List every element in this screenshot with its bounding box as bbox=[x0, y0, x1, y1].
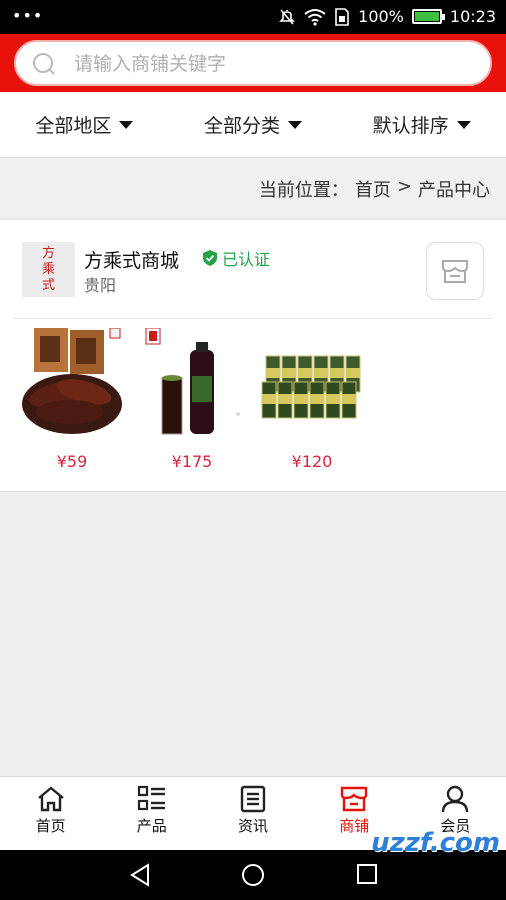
sim-icon bbox=[335, 7, 349, 26]
tab-home-label: 首页 bbox=[35, 817, 66, 835]
battery-icon bbox=[411, 9, 445, 24]
home-icon bbox=[37, 786, 64, 812]
breadcrumb-prefix: 当前位置： bbox=[258, 180, 349, 201]
news-icon bbox=[240, 785, 266, 813]
clock: 10:23 bbox=[449, 7, 496, 26]
search-box[interactable] bbox=[14, 40, 492, 86]
product-price: ¥59 bbox=[56, 452, 88, 471]
tab-store-label: 商铺 bbox=[339, 817, 370, 835]
store-icon bbox=[341, 786, 368, 812]
search-input[interactable] bbox=[74, 50, 474, 78]
shop-city: 贵阳 bbox=[84, 276, 117, 295]
watermark-logo: uzzf.com bbox=[371, 828, 500, 858]
user-icon bbox=[442, 785, 469, 813]
shop-card[interactable]: 方乘式 方乘式商城 已认证 贵阳 ¥59 ¥175 ¥120 bbox=[0, 220, 506, 492]
product-price: ¥175 bbox=[171, 452, 213, 471]
filter-sort[interactable]: 默认排序 bbox=[337, 92, 506, 157]
breadcrumb-bar: 当前位置： 首页 > 产品中心 bbox=[0, 158, 506, 220]
shop-logo[interactable]: 方乘式 bbox=[22, 242, 75, 297]
store-icon bbox=[442, 260, 468, 283]
product-item[interactable]: ¥175 bbox=[140, 327, 244, 471]
search-icon bbox=[33, 53, 55, 75]
tab-home[interactable]: 首页 bbox=[0, 777, 101, 850]
recents-icon[interactable] bbox=[356, 863, 378, 885]
back-icon[interactable] bbox=[128, 863, 152, 887]
dropdown-arrow-icon bbox=[456, 120, 471, 129]
product-item[interactable]: ¥59 bbox=[20, 327, 124, 471]
tab-products-label: 产品 bbox=[136, 817, 167, 835]
canned-drink-product-image[interactable] bbox=[260, 328, 364, 438]
breadcrumb: 当前位置： 首页 > 产品中心 bbox=[259, 176, 490, 202]
product-item[interactable]: ¥120 bbox=[260, 328, 364, 471]
dropdown-arrow-icon bbox=[288, 120, 303, 129]
verified-badge: 已认证 bbox=[203, 246, 270, 270]
product-price: ¥120 bbox=[291, 452, 333, 471]
divider bbox=[14, 318, 492, 319]
filter-sort-label: 默认排序 bbox=[372, 115, 449, 137]
dropdown-arrow-icon bbox=[119, 120, 134, 129]
filter-category-label: 全部分类 bbox=[204, 115, 281, 137]
filter-category[interactable]: 全部分类 bbox=[169, 92, 338, 157]
enter-store-button[interactable] bbox=[426, 242, 484, 300]
list-icon bbox=[137, 785, 165, 811]
tab-news[interactable]: 资讯 bbox=[202, 777, 303, 850]
status-icons: 100% 10:23 bbox=[278, 7, 496, 26]
wifi-icon bbox=[304, 8, 326, 26]
tab-products[interactable]: 产品 bbox=[101, 777, 202, 850]
tab-news-label: 资讯 bbox=[238, 817, 269, 835]
breadcrumb-home-link[interactable]: 首页 bbox=[355, 176, 391, 202]
battery-percent: 100% bbox=[358, 7, 404, 26]
search-header bbox=[0, 34, 506, 92]
shield-check-icon bbox=[203, 250, 217, 266]
home-circle-icon[interactable] bbox=[241, 863, 265, 887]
filter-region[interactable]: 全部地区 bbox=[0, 92, 169, 157]
status-bar: ••• 100% 10:23 bbox=[0, 0, 506, 34]
breadcrumb-separator: > bbox=[396, 176, 412, 197]
shop-name[interactable]: 方乘式商城 bbox=[84, 246, 179, 273]
filter-bar: 全部地区 全部分类 默认排序 bbox=[0, 92, 506, 158]
mute-icon bbox=[279, 8, 296, 25]
breadcrumb-current: 产品中心 bbox=[418, 180, 490, 201]
sausage-product-image[interactable] bbox=[20, 327, 124, 438]
verified-label: 已认证 bbox=[222, 250, 271, 269]
notification-dots-icon: ••• bbox=[12, 6, 44, 25]
bottled-drink-product-image[interactable] bbox=[140, 327, 244, 438]
filter-region-label: 全部地区 bbox=[35, 115, 112, 137]
